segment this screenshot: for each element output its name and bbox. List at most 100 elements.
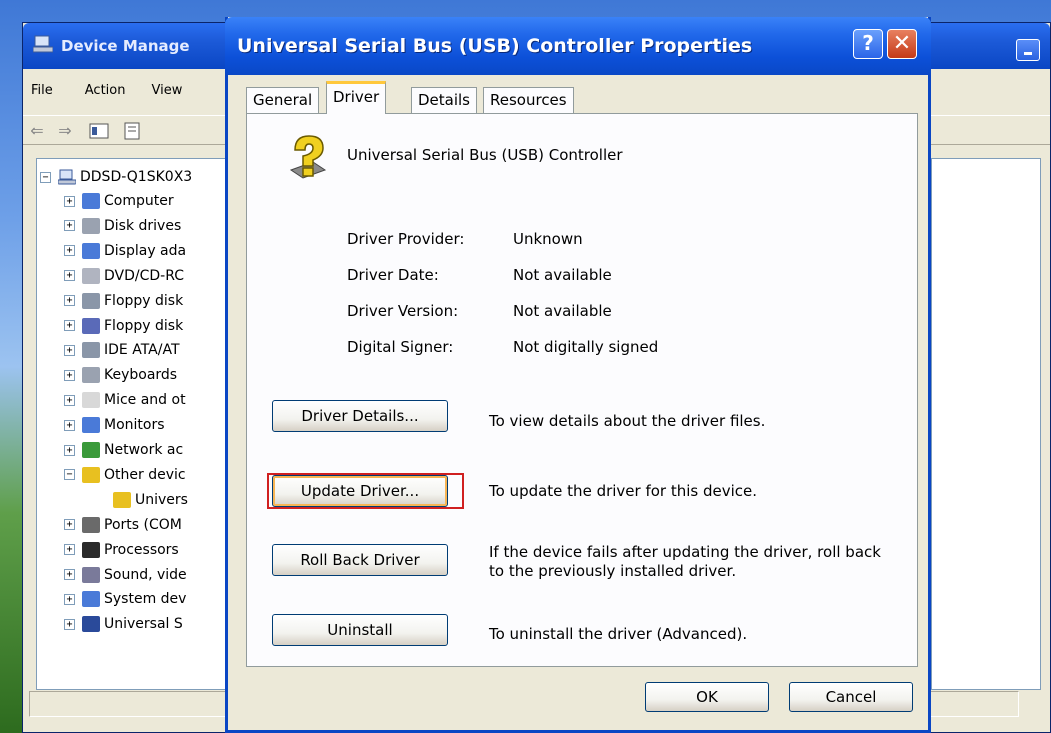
back-arrow-icon[interactable]: ⇐: [27, 122, 47, 140]
expand-icon[interactable]: +: [64, 295, 75, 307]
menu-file[interactable]: File: [23, 79, 61, 105]
device-category-icon: [82, 616, 100, 633]
tree-item-label: Floppy disk: [104, 292, 184, 309]
tree-item[interactable]: + Disk drives: [64, 215, 181, 237]
expand-icon[interactable]: +: [64, 195, 75, 207]
tree-item-label: System dev: [104, 591, 187, 608]
driver-tab-panel: Universal Serial Bus (USB) Controller Dr…: [246, 113, 918, 667]
driver-date-label: Driver Date:: [347, 266, 439, 284]
expand-icon[interactable]: +: [64, 444, 75, 456]
tree-item[interactable]: − Other devic: [64, 464, 186, 486]
device-category-icon: [82, 317, 100, 334]
tree-item[interactable]: + Computer: [64, 190, 174, 212]
dialog-title: Universal Serial Bus (USB) Controller Pr…: [237, 35, 753, 57]
driver-provider-label: Driver Provider:: [347, 230, 465, 248]
tree-item[interactable]: + Floppy disk: [64, 315, 183, 337]
tree-item[interactable]: + Ports (COM: [64, 514, 182, 536]
close-button[interactable]: ✕: [887, 29, 917, 59]
driver-date-value: Not available: [513, 266, 612, 284]
expand-icon[interactable]: +: [64, 618, 75, 630]
expand-icon[interactable]: +: [64, 544, 75, 556]
driver-version-value: Not available: [513, 302, 612, 320]
tree-item-label: IDE ATA/AT: [104, 342, 180, 359]
collapse-icon[interactable]: −: [64, 469, 75, 481]
tab-driver[interactable]: Driver: [326, 81, 387, 114]
device-category-icon: [82, 242, 100, 259]
tree-item-label: Other devic: [104, 466, 186, 483]
tree-item[interactable]: + Floppy disk: [64, 290, 183, 312]
dialog-titlebar[interactable]: Universal Serial Bus (USB) Controller Pr…: [225, 17, 931, 75]
device-category-icon: [82, 292, 100, 309]
menu-view[interactable]: View: [143, 79, 190, 105]
digital-signer-value: Not digitally signed: [513, 338, 659, 356]
driver-details-button[interactable]: Driver Details...: [272, 400, 448, 432]
tree-item[interactable]: + Universal S: [64, 613, 183, 635]
tree-item[interactable]: + Display ada: [64, 240, 186, 262]
tree-item-label: Mice and ot: [104, 392, 186, 409]
help-button[interactable]: ?: [853, 29, 883, 59]
menu-action[interactable]: Action: [77, 79, 134, 105]
driver-details-description: To view details about the driver files.: [489, 412, 766, 430]
device-category-icon: [82, 566, 100, 583]
tree-item[interactable]: + IDE ATA/AT: [64, 339, 180, 361]
device-category-icon: [113, 491, 131, 508]
tree-item[interactable]: + Processors: [64, 539, 179, 561]
device-category-icon: [82, 591, 100, 608]
tree-item-label: Network ac: [104, 442, 184, 458]
update-driver-button[interactable]: Update Driver...: [272, 475, 448, 507]
roll-back-driver-button[interactable]: Roll Back Driver: [272, 544, 448, 576]
properties-icon[interactable]: [123, 122, 143, 140]
expand-icon[interactable]: +: [64, 344, 75, 356]
view-pane-icon[interactable]: [89, 122, 109, 140]
tree-item[interactable]: + Keyboards: [64, 364, 177, 386]
device-category-icon: [82, 367, 100, 384]
expand-icon[interactable]: +: [64, 394, 75, 406]
tab-details[interactable]: Details: [411, 87, 478, 113]
device-category-icon: [82, 267, 100, 284]
tree-item-label: Processors: [104, 541, 179, 558]
tree-root-label: DDSD-Q1SK0X3: [80, 169, 193, 185]
uninstall-description: To uninstall the driver (Advanced).: [489, 625, 748, 643]
ok-button[interactable]: OK: [645, 682, 769, 712]
tree-root[interactable]: − DDSD-Q1SK0X3: [40, 166, 192, 188]
cancel-button[interactable]: Cancel: [789, 682, 913, 712]
device-category-icon: [82, 541, 100, 558]
device-category-icon: [82, 342, 100, 359]
expand-icon[interactable]: +: [64, 369, 75, 381]
expand-icon[interactable]: +: [64, 245, 75, 257]
expand-icon[interactable]: +: [64, 419, 75, 431]
minimize-button[interactable]: [1016, 39, 1040, 61]
tree-item-label: DVD/CD-RC: [104, 267, 185, 284]
tree-item[interactable]: Univers: [106, 489, 188, 511]
tree-item[interactable]: + Mice and ot: [64, 389, 186, 411]
computer-icon: [33, 35, 53, 53]
device-category-icon: [82, 193, 100, 209]
tree-item[interactable]: + DVD/CD-RC: [64, 265, 184, 287]
device-name: Universal Serial Bus (USB) Controller: [347, 146, 623, 164]
forward-arrow-icon[interactable]: ⇒: [55, 122, 75, 140]
expand-icon[interactable]: +: [64, 320, 75, 331]
tree-item-label: Monitors: [104, 417, 165, 434]
tab-resources[interactable]: Resources: [483, 87, 574, 113]
tree-item-label: Display ada: [104, 242, 187, 259]
expand-icon[interactable]: +: [64, 593, 75, 605]
expand-icon[interactable]: +: [64, 270, 75, 282]
expand-icon[interactable]: +: [64, 519, 75, 531]
tab-general[interactable]: General: [246, 87, 320, 113]
collapse-icon[interactable]: −: [40, 171, 51, 183]
device-category-icon: [82, 516, 100, 533]
uninstall-button[interactable]: Uninstall: [272, 614, 448, 646]
tree-item[interactable]: + System dev: [64, 588, 186, 610]
tree-item[interactable]: + Network ac: [64, 439, 183, 461]
tree-item[interactable]: + Monitors: [64, 414, 165, 436]
update-driver-description: To update the driver for this device.: [489, 482, 758, 500]
device-category-icon: [82, 417, 100, 434]
tree-item[interactable]: + Sound, vide: [64, 564, 187, 586]
device-category-icon: [82, 217, 100, 234]
device-category-icon: [82, 392, 100, 409]
expand-icon[interactable]: +: [64, 220, 75, 232]
expand-icon[interactable]: +: [64, 569, 75, 580]
tree-item-label: Sound, vide: [104, 566, 187, 583]
driver-version-label: Driver Version:: [347, 302, 459, 320]
driver-provider-value: Unknown: [513, 230, 583, 248]
